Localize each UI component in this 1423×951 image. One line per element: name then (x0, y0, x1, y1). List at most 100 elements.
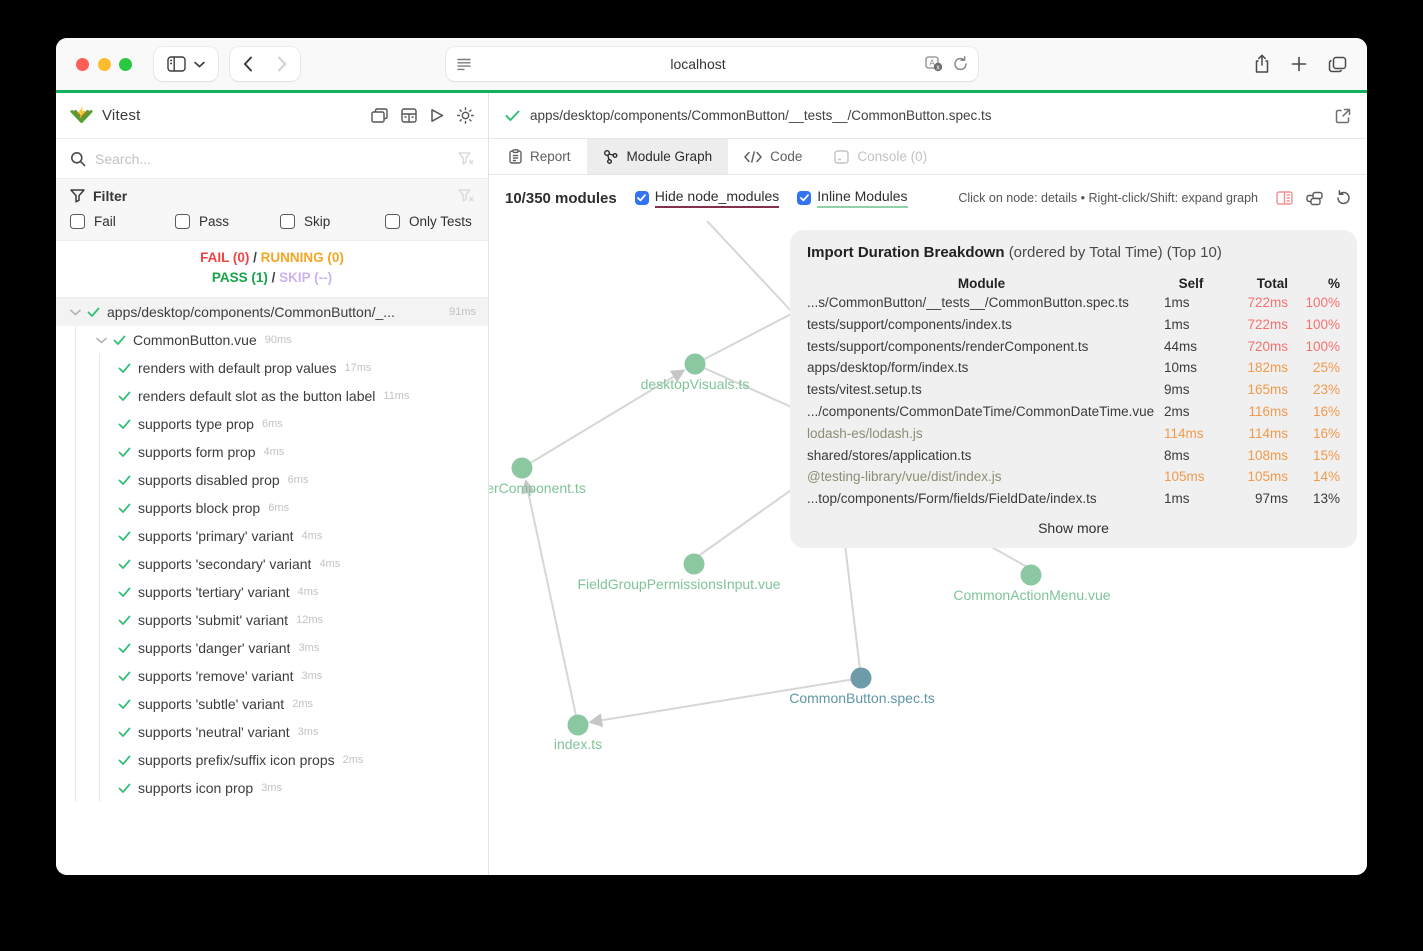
pass-check-icon (118, 671, 131, 682)
duration-value: 722ms (1247, 316, 1288, 332)
graph-node-commonActionMenu[interactable] (1020, 564, 1042, 586)
duration-value: 13% (1312, 491, 1340, 507)
test-label: supports 'primary' variant (138, 528, 294, 544)
tab-label: Report (530, 149, 571, 164)
theme-toggle-icon[interactable] (457, 107, 474, 124)
module-path: tests/support/components/index.ts (807, 316, 1012, 332)
reset-graph-icon[interactable] (1336, 190, 1351, 206)
hide-node-modules-checkbox[interactable]: Hide node_modules (634, 188, 780, 208)
sidebar-icon (167, 56, 186, 72)
filter-checkbox-pass[interactable]: Pass (175, 214, 280, 229)
traffic-lights (76, 57, 132, 71)
tree-test-row[interactable]: supports 'subtle' variant 2ms (56, 690, 488, 718)
test-duration: 6ms (268, 502, 289, 514)
new-tab-icon[interactable] (1291, 56, 1307, 72)
filter-checkbox-skip[interactable]: Skip (280, 214, 385, 229)
graph-node-renderComponent[interactable] (511, 457, 533, 479)
tree-test-row[interactable]: supports block prop 6ms (56, 494, 488, 522)
tab-overview-icon[interactable] (1328, 56, 1347, 73)
import-duration-panel: Import Duration Breakdown (ordered by To… (790, 230, 1357, 548)
duration-table-row[interactable]: .../components/CommonDateTime/CommonDate… (807, 404, 1340, 426)
tree-test-row[interactable]: supports disabled prop 6ms (56, 466, 488, 494)
run-all-icon[interactable] (430, 108, 444, 123)
tree-test-row[interactable]: supports 'submit' variant 12ms (56, 606, 488, 634)
filter-checkbox-only-tests[interactable]: Only Tests (385, 214, 472, 229)
share-icon[interactable] (1254, 54, 1270, 74)
graph-node-label: CommonButton.spec.ts (789, 690, 935, 706)
duration-table-toggle-icon[interactable] (1276, 191, 1293, 205)
graph-edge (694, 312, 794, 365)
duration-table-row[interactable]: tests/support/components/index.ts 1ms 722m… (807, 317, 1340, 339)
open-external-icon[interactable] (1335, 108, 1351, 124)
checked-checkbox-icon (634, 191, 649, 205)
show-more-button[interactable]: Show more (807, 520, 1340, 536)
duration-table-row[interactable]: tests/vitest.setup.ts 9ms 165ms 23% (807, 382, 1340, 404)
dashboard-windows-icon[interactable] (371, 108, 388, 123)
graph-node-desktopVisuals[interactable] (684, 353, 706, 375)
tree-test-row[interactable]: renders default slot as the button label… (56, 382, 488, 410)
graph-node-fieldGroupPermissionsInput[interactable] (683, 553, 705, 575)
tab-label: Module Graph (626, 149, 713, 164)
graph-toolbar: 10/350 modules Hide node_modules Inline … (489, 175, 1367, 221)
tree-suite-row[interactable]: CommonButton.vue 90ms (56, 326, 488, 354)
tree-test-row[interactable]: supports 'secondary' variant 4ms (56, 550, 488, 578)
pass-check-icon (118, 363, 131, 374)
clear-filters-icon[interactable] (458, 189, 474, 203)
minimize-window-button[interactable] (97, 57, 111, 71)
pass-check-icon (118, 587, 131, 598)
tree-file-row[interactable]: apps/desktop/components/CommonButton/_..… (56, 298, 488, 326)
test-duration: 11ms (383, 390, 410, 402)
close-window-button[interactable] (76, 57, 89, 71)
tree-test-row[interactable]: supports 'danger' variant 3ms (56, 634, 488, 662)
duration-value: 722ms (1247, 295, 1288, 310)
duration-table-row[interactable]: tests/support/components/renderComponent… (807, 339, 1340, 361)
duration-table-row[interactable]: apps/desktop/form/index.ts 10ms 182ms 25% (807, 360, 1340, 382)
graph-node-index[interactable] (567, 714, 589, 736)
chevron-down-icon[interactable] (96, 337, 107, 344)
tree-test-row[interactable]: supports 'tertiary' variant 4ms (56, 578, 488, 606)
tab-code[interactable]: Code (728, 139, 818, 174)
tab-module-graph[interactable]: Module Graph (586, 139, 729, 174)
tree-test-row[interactable]: supports 'primary' variant 4ms (56, 522, 488, 550)
tree-test-row[interactable]: renders with default prop values 17ms (56, 354, 488, 382)
address-bar[interactable]: localhost A x (445, 47, 978, 81)
filter-checkbox-fail[interactable]: Fail (70, 214, 175, 229)
browser-chrome: localhost A x (56, 38, 1367, 90)
reader-view-icon[interactable] (456, 57, 472, 71)
module-graph-canvas[interactable]: desktopVisuals.ts renderComponent.ts Field… (489, 221, 1367, 875)
chevron-down-icon[interactable] (70, 309, 81, 316)
empty-checkbox-icon (70, 214, 85, 229)
tree-test-row[interactable]: supports type prop 6ms (56, 410, 488, 438)
search-input[interactable]: Search... (95, 151, 449, 167)
sidebar: Vitest Search... Filter Fail Pass Skip O… (56, 93, 489, 875)
back-button[interactable] (231, 56, 265, 72)
duration-table-row[interactable]: shared/stores/application.ts 8ms 108ms 15% (807, 448, 1340, 470)
inline-modules-checkbox[interactable]: Inline Modules (797, 188, 908, 208)
schema-layout-icon[interactable] (1306, 191, 1323, 206)
duration-value: 16% (1312, 403, 1340, 419)
duration-table-row[interactable]: @testing-library/vue/dist/index.js 105ms 1… (807, 469, 1340, 491)
tree-test-row[interactable]: supports form prop 4ms (56, 438, 488, 466)
test-duration: 6ms (287, 474, 309, 486)
duration-table-row[interactable]: ...s/CommonButton/__tests__/CommonButton… (807, 295, 1340, 317)
graph-node-commonButtonSpec[interactable] (850, 667, 872, 689)
tab-report[interactable]: Report (493, 139, 587, 174)
tree-test-row[interactable]: supports 'neutral' variant 3ms (56, 718, 488, 746)
filter-label: Fail (94, 214, 116, 229)
search-bar[interactable]: Search... (56, 139, 488, 179)
forward-button[interactable] (265, 56, 299, 72)
tree-test-row[interactable]: supports prefix/suffix icon props 2ms (56, 746, 488, 774)
sidebar-toggle-button[interactable] (154, 47, 218, 81)
duration-table-row[interactable]: ...top/components/Form/fields/FieldDate/… (807, 491, 1340, 513)
zoom-window-button[interactable] (119, 57, 132, 71)
translate-icon[interactable]: A x (924, 56, 943, 72)
pass-check-icon (118, 615, 131, 626)
clear-search-filter-icon[interactable] (458, 151, 474, 166)
tree-test-row[interactable]: supports icon prop 3ms (56, 774, 488, 802)
duration-table-row[interactable]: lodash-es/lodash.js 114ms 114ms 16% (807, 426, 1340, 448)
module-path: shared/stores/application.ts (807, 447, 972, 463)
module-view-icon[interactable] (401, 108, 417, 123)
duration-value: 9ms (1164, 382, 1190, 398)
tree-test-row[interactable]: supports 'remove' variant 3ms (56, 662, 488, 690)
reload-icon[interactable] (953, 56, 968, 72)
